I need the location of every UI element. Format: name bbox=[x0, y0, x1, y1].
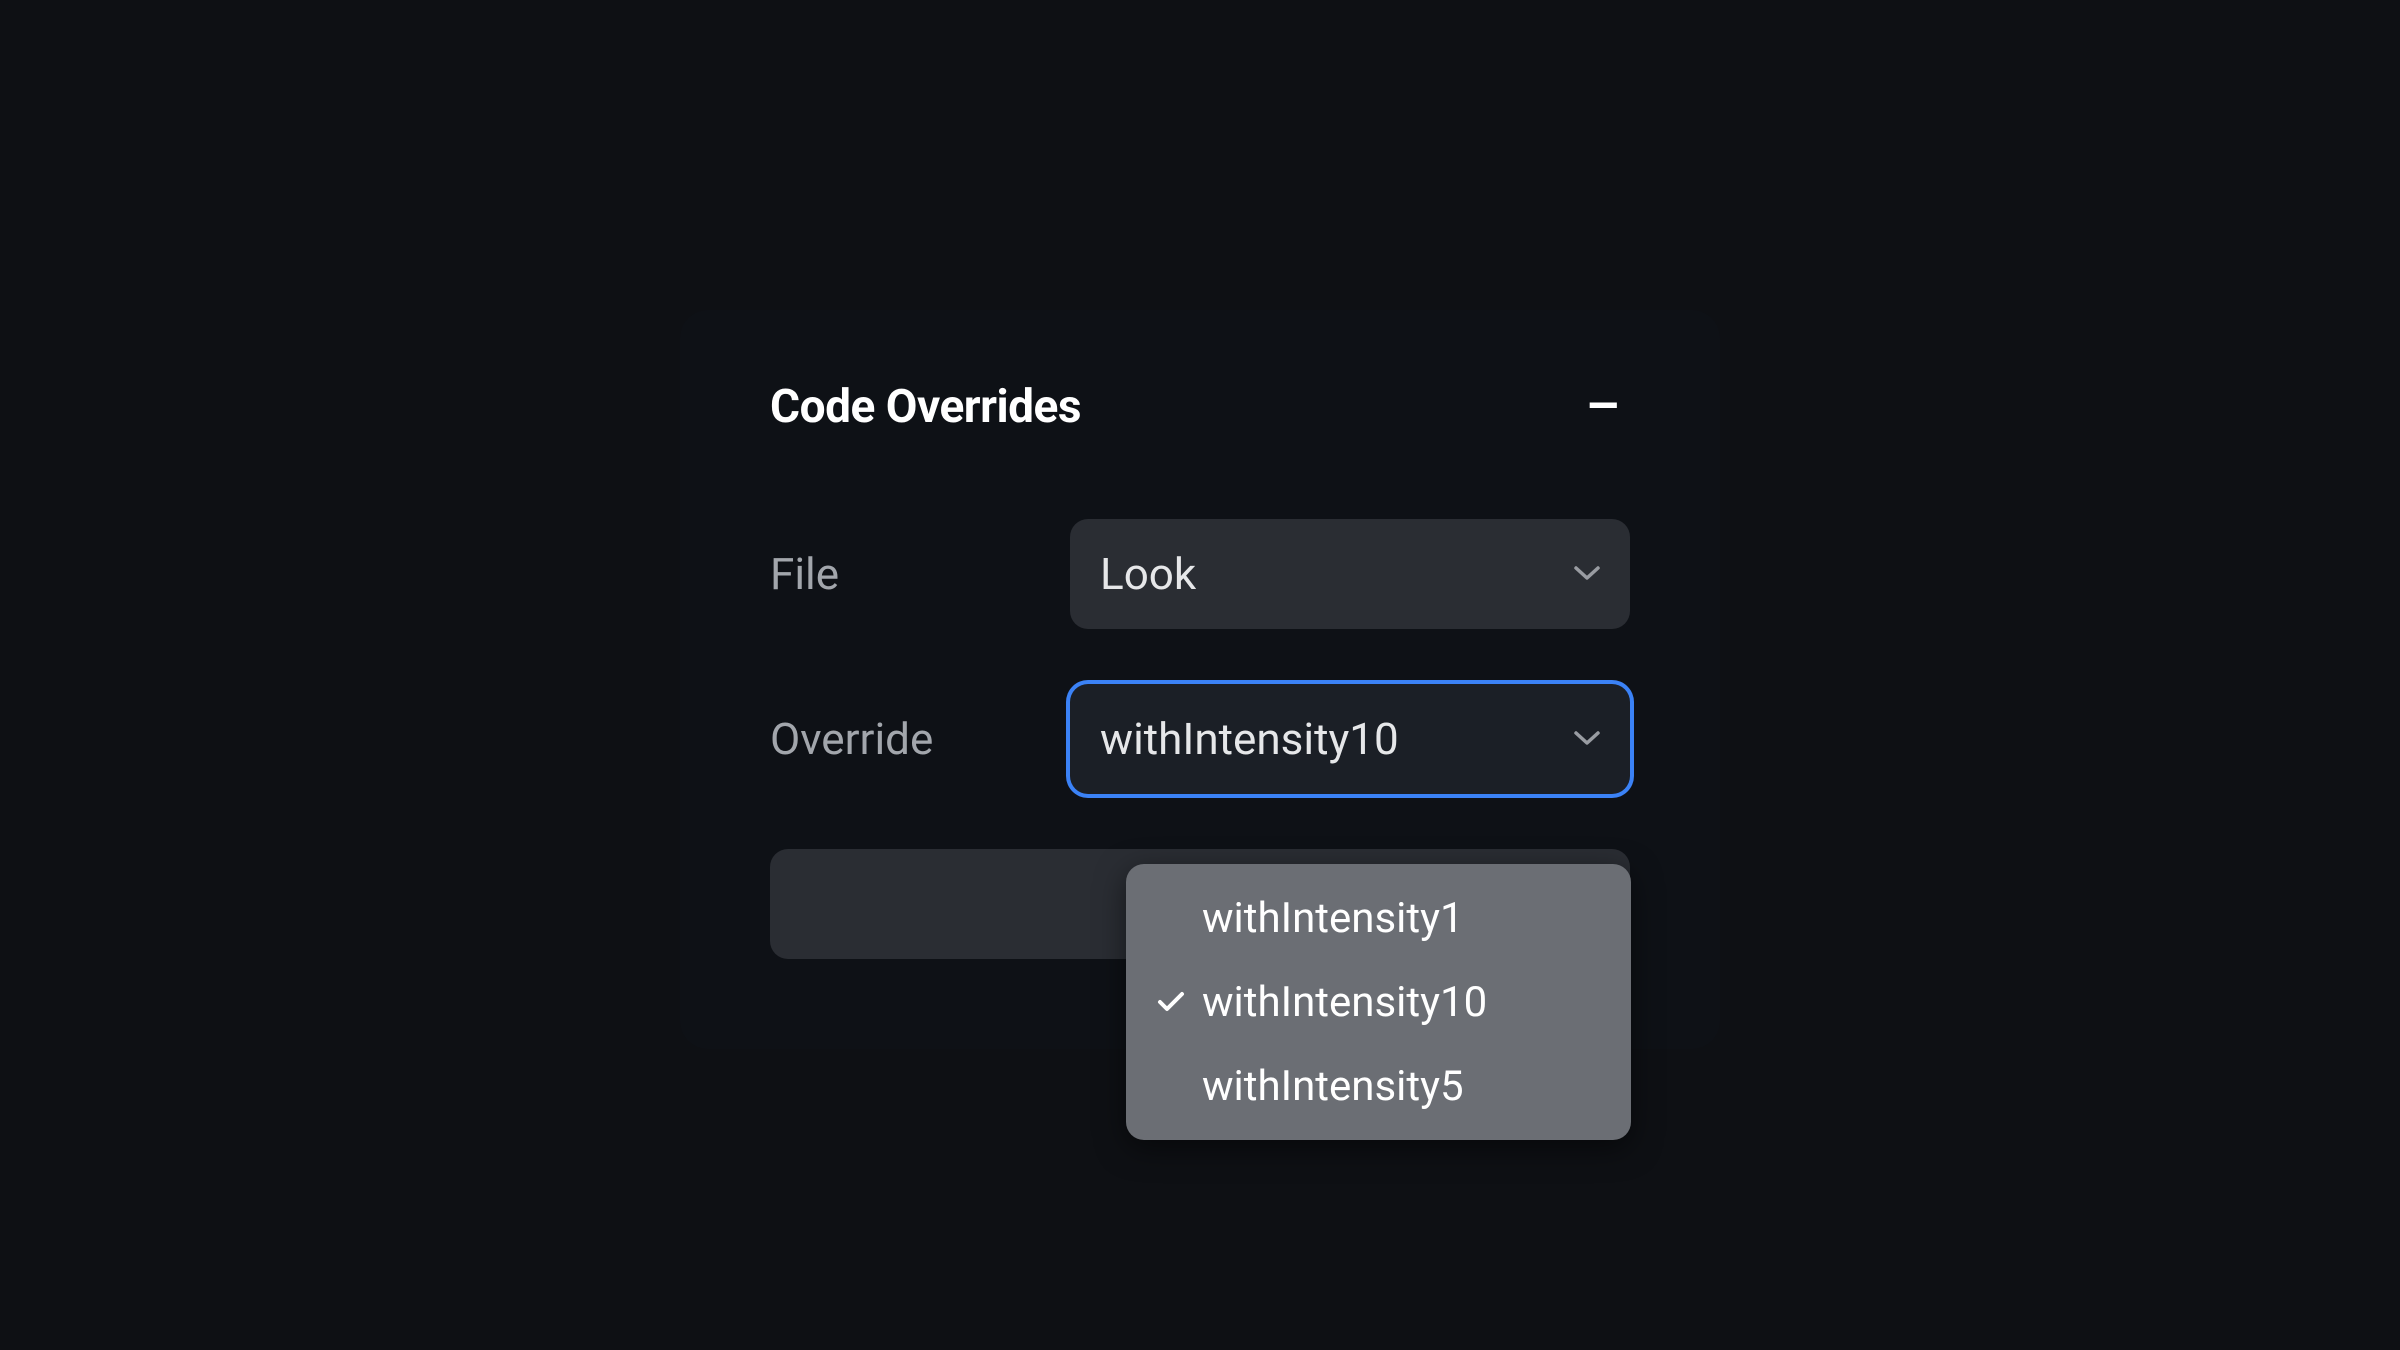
panel-title: Code Overrides bbox=[770, 380, 1081, 434]
override-dropdown: withIntensity1 withIntensity10 withIntensi… bbox=[1126, 864, 1631, 1140]
file-select-value: Look bbox=[1100, 548, 1196, 600]
dropdown-option[interactable]: withIntensity10 bbox=[1126, 960, 1631, 1044]
file-row: File Look bbox=[770, 519, 1630, 629]
dropdown-option-label: withIntensity10 bbox=[1202, 978, 1487, 1027]
override-label: Override bbox=[770, 713, 1070, 765]
chevron-down-icon bbox=[1572, 562, 1602, 586]
chevron-down-icon bbox=[1572, 727, 1602, 751]
check-slot bbox=[1146, 991, 1196, 1013]
dropdown-option-label: withIntensity5 bbox=[1202, 1062, 1464, 1111]
panel-header: Code Overrides – bbox=[770, 380, 1630, 434]
dropdown-option[interactable]: withIntensity1 bbox=[1126, 876, 1631, 960]
code-overrides-panel: Code Overrides – File Look Override with… bbox=[680, 310, 1720, 1049]
minus-icon: – bbox=[1586, 375, 1620, 438]
check-icon bbox=[1157, 991, 1185, 1013]
override-row: Override withIntensity10 withIntensity1w… bbox=[770, 684, 1630, 794]
dropdown-option-label: withIntensity1 bbox=[1202, 894, 1464, 943]
file-label: File bbox=[770, 548, 1070, 600]
override-select[interactable]: withIntensity10 bbox=[1070, 684, 1630, 794]
override-select-value: withIntensity10 bbox=[1100, 713, 1399, 765]
collapse-button[interactable]: – bbox=[1576, 380, 1630, 434]
file-select[interactable]: Look bbox=[1070, 519, 1630, 629]
dropdown-option[interactable]: withIntensity5 bbox=[1126, 1044, 1631, 1128]
